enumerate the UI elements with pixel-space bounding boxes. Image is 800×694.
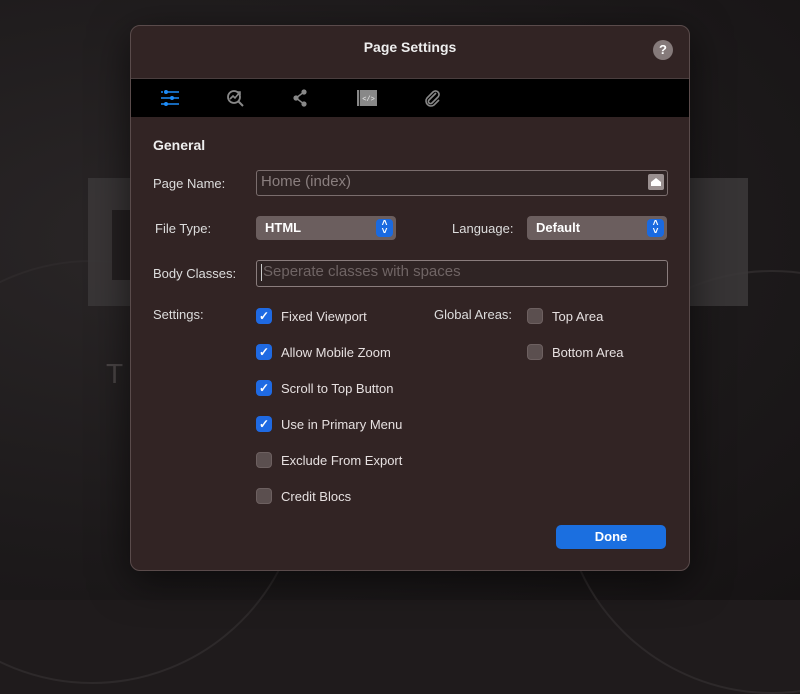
checkmark-icon: ✓: [256, 380, 272, 396]
tab-seo[interactable]: [225, 88, 247, 108]
checkbox-bottom-area[interactable]: Bottom Area: [527, 344, 624, 360]
done-button[interactable]: Done: [556, 525, 666, 549]
body-classes-placeholder: Seperate classes with spaces: [263, 263, 461, 280]
settings-label: Settings:: [153, 307, 204, 322]
tab-attachments[interactable]: [422, 88, 444, 108]
checkbox-exclude-from-export[interactable]: Exclude From Export: [256, 452, 402, 468]
checkbox-label: Top Area: [552, 308, 604, 324]
page-name-input[interactable]: Home (index): [256, 170, 668, 196]
checkbox-label: Scroll to Top Button: [281, 380, 394, 396]
tab-code[interactable]: </>: [356, 88, 378, 108]
section-title-general: General: [153, 137, 206, 153]
global-areas-label: Global Areas:: [434, 307, 513, 322]
code-icon: </>: [357, 90, 377, 106]
dialog-title: Page Settings: [363, 39, 457, 55]
body-classes-label: Body Classes:: [153, 266, 237, 281]
language-value: Default: [536, 220, 581, 235]
settings-toolbar: </>: [131, 78, 689, 117]
page-settings-dialog: Page Settings ? </> General Page Name: H…: [130, 25, 690, 571]
checkbox-label: Credit Blocs: [281, 488, 352, 504]
checkbox-box: [527, 344, 543, 360]
checkbox-scroll-to-top[interactable]: ✓ Scroll to Top Button: [256, 380, 394, 396]
checkbox-use-in-primary-menu[interactable]: ✓ Use in Primary Menu: [256, 416, 402, 432]
checkbox-label: Fixed Viewport: [281, 308, 367, 324]
checkbox-label: Allow Mobile Zoom: [281, 344, 391, 360]
seo-analytics-icon: [227, 90, 244, 107]
help-button[interactable]: ?: [653, 40, 673, 60]
page-name-label: Page Name:: [153, 176, 226, 191]
language-label: Language:: [452, 221, 514, 236]
checkmark-icon: ✓: [256, 344, 272, 360]
text-cursor: [261, 263, 262, 281]
home-icon: [651, 178, 661, 186]
svg-text:</>: </>: [362, 96, 375, 104]
file-type-label: File Type:: [155, 221, 212, 236]
chevron-updown-icon: ˄ ˅: [376, 219, 393, 237]
checkbox-label: Bottom Area: [552, 344, 624, 360]
checkmark-icon: ✓: [256, 308, 272, 324]
background-subheadline: T: [106, 358, 124, 389]
checkbox-box: [527, 308, 543, 324]
file-type-value: HTML: [265, 220, 302, 235]
set-home-button[interactable]: [648, 174, 664, 190]
file-type-select[interactable]: HTML ˄ ˅: [256, 216, 396, 240]
checkbox-credit-blocs[interactable]: Credit Blocs: [256, 488, 351, 504]
checkbox-label: Exclude From Export: [281, 452, 403, 468]
tab-share[interactable]: [290, 88, 312, 108]
checkbox-box: [256, 452, 272, 468]
language-select[interactable]: Default ˄ ˅: [527, 216, 667, 240]
chevron-updown-icon: ˄ ˅: [647, 219, 664, 237]
checkbox-fixed-viewport[interactable]: ✓ Fixed Viewport: [256, 308, 367, 324]
checkbox-label: Use in Primary Menu: [281, 416, 403, 432]
share-icon: [293, 89, 307, 107]
checkbox-top-area[interactable]: Top Area: [527, 308, 603, 324]
checkbox-allow-mobile-zoom[interactable]: ✓ Allow Mobile Zoom: [256, 344, 391, 360]
paperclip-icon: [425, 90, 440, 107]
sliders-icon: [161, 90, 179, 106]
tab-general[interactable]: [159, 88, 181, 108]
checkbox-box: [256, 488, 272, 504]
body-classes-input[interactable]: Seperate classes with spaces: [256, 260, 668, 287]
page-name-placeholder: Home (index): [261, 173, 352, 190]
checkmark-icon: ✓: [256, 416, 272, 432]
